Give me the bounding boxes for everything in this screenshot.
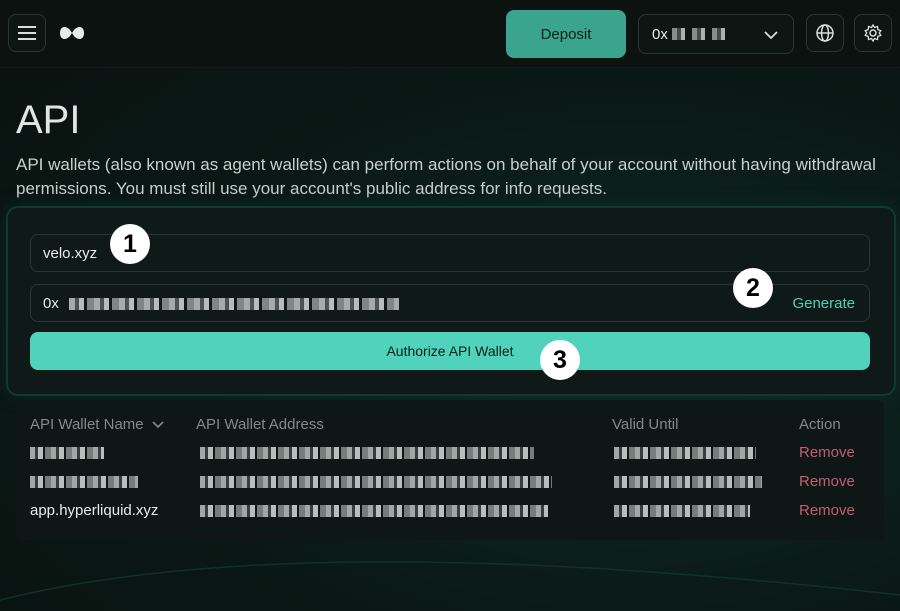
column-header-name[interactable]: API Wallet Name (30, 416, 164, 433)
wallet-address-redacted (200, 447, 534, 459)
hamburger-icon (18, 26, 36, 40)
remove-button[interactable]: Remove (799, 502, 855, 519)
wallet-name: app.hyperliquid.xyz (30, 502, 159, 519)
remove-button[interactable]: Remove (799, 473, 855, 490)
api-wallet-name-input[interactable]: velo.xyz (30, 234, 870, 272)
page-description: API wallets (also known as agent wallets… (16, 155, 876, 198)
wallet-name-redacted (30, 447, 104, 459)
address-redacted (69, 298, 399, 310)
column-header-valid-until: Valid Until (612, 416, 679, 433)
step-badge-1: 1 (110, 224, 150, 264)
account-address-button[interactable]: 0x (638, 14, 794, 54)
chevron-down-icon (152, 421, 164, 429)
language-button[interactable] (806, 14, 844, 52)
settings-button[interactable] (854, 14, 892, 52)
api-wallet-address-prefix: 0x (43, 294, 59, 312)
background-decoration (0, 561, 900, 601)
api-wallet-name-value: velo.xyz (43, 244, 98, 262)
wallet-address-redacted (200, 476, 552, 488)
menu-button[interactable] (8, 14, 46, 52)
remove-button[interactable]: Remove (799, 444, 855, 461)
page-title: API (16, 98, 81, 142)
valid-until-redacted (614, 447, 756, 459)
logo-icon[interactable] (58, 22, 86, 44)
deposit-button[interactable]: Deposit (506, 10, 626, 58)
address-redacted (672, 28, 732, 40)
top-bar: Deposit 0x (0, 0, 900, 68)
valid-until-redacted (614, 476, 762, 488)
globe-icon (816, 24, 834, 42)
step-badge-2: 2 (733, 268, 773, 308)
column-header-name-label: API Wallet Name (30, 416, 144, 433)
step-badge-3: 3 (540, 340, 580, 380)
column-header-address: API Wallet Address (196, 416, 324, 433)
account-address: 0x (652, 26, 668, 43)
wallet-address-redacted (200, 505, 548, 517)
gear-icon (864, 23, 882, 43)
valid-until-redacted (614, 505, 750, 517)
chevron-down-icon (764, 31, 778, 40)
wallet-name-redacted (30, 476, 138, 488)
generate-button[interactable]: Generate (792, 295, 855, 312)
authorize-api-wallet-button[interactable]: Authorize API Wallet (30, 332, 870, 370)
column-header-action: Action (799, 416, 841, 433)
api-wallet-table: API Wallet Name API Wallet Address Valid… (16, 400, 884, 540)
